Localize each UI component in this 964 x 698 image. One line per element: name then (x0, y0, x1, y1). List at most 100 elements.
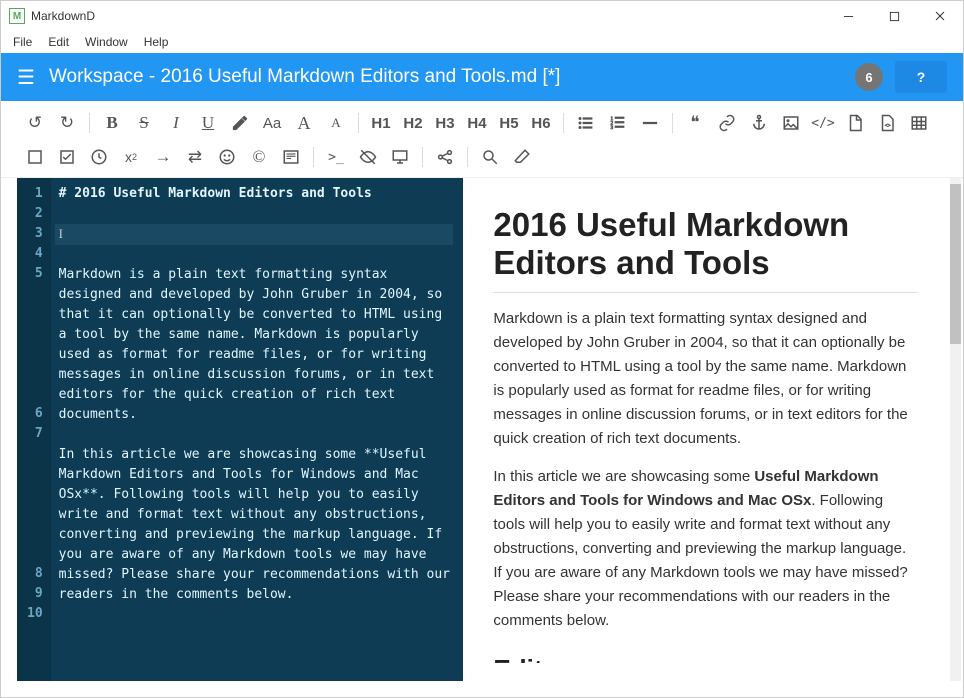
content-area: 12345678910 # 2016 Useful Markdown Edito… (1, 178, 963, 697)
line-number: 4 (27, 244, 43, 264)
separator (672, 113, 673, 133)
app-window: M MarkdownD File Edit Window Help ☰ Work… (0, 0, 964, 698)
strike-button[interactable]: S (128, 109, 160, 137)
preview-paragraph: Markdown is a plain text formatting synt… (493, 307, 917, 451)
separator (358, 113, 359, 133)
line-number: 2 (27, 204, 43, 224)
line-number: 10 (27, 604, 43, 624)
code-line[interactable]: I (55, 224, 454, 245)
code-line[interactable] (55, 425, 454, 445)
app-title: MarkdownD (31, 9, 825, 23)
scrollbar[interactable] (950, 178, 961, 681)
document-title: Workspace - 2016 Useful Markdown Editors… (49, 66, 855, 88)
app-icon: M (9, 8, 25, 24)
monitor-icon[interactable] (384, 143, 416, 171)
code-line[interactable] (55, 625, 454, 645)
line-number: 6 (27, 404, 43, 424)
h3-button[interactable]: H3 (429, 109, 461, 137)
code-line[interactable] (55, 645, 454, 665)
line-number: 1 (27, 184, 43, 204)
hr-icon[interactable] (634, 109, 666, 137)
menu-window[interactable]: Window (77, 33, 136, 51)
code-line[interactable]: # 2016 Useful Markdown Editors and Tools (55, 184, 454, 204)
file-code-icon[interactable]: <> (871, 109, 903, 137)
code-icon[interactable]: </> (807, 109, 839, 137)
swap-icon[interactable]: ⇄ (179, 143, 211, 171)
undo-button[interactable]: ↺ (19, 109, 51, 137)
help-button[interactable]: ? (895, 61, 947, 93)
line-number: 5 (27, 264, 43, 404)
line-number: 9 (27, 584, 43, 604)
preview-heading: 2016 Useful Markdown Editors and Tools (493, 206, 917, 293)
h5-button[interactable]: H5 (493, 109, 525, 137)
minimize-button[interactable] (825, 1, 871, 31)
menu-help[interactable]: Help (136, 33, 177, 51)
redo-button[interactable]: ↻ (51, 109, 83, 137)
separator (89, 113, 90, 133)
code-line[interactable] (55, 204, 454, 224)
scrollbar-thumb[interactable] (950, 184, 961, 344)
menu-edit[interactable]: Edit (40, 33, 77, 51)
code-line[interactable]: Markdown is a plain text formatting synt… (55, 265, 454, 425)
preview-heading-cut: Editors (493, 649, 917, 663)
image-icon[interactable] (775, 109, 807, 137)
menu-file[interactable]: File (5, 33, 40, 51)
underline-button[interactable]: U (192, 109, 224, 137)
anchor-icon[interactable] (743, 109, 775, 137)
link-icon[interactable] (711, 109, 743, 137)
line-number: 3 (27, 224, 43, 244)
separator (563, 113, 564, 133)
code-area[interactable]: # 2016 Useful Markdown Editors and Tools… (51, 178, 464, 681)
line-number: 7 (27, 424, 43, 564)
maximize-button[interactable] (871, 1, 917, 31)
clock-icon[interactable] (83, 143, 115, 171)
emoji-icon[interactable] (211, 143, 243, 171)
code-line[interactable] (55, 245, 454, 265)
code-line[interactable] (55, 605, 454, 625)
search-icon[interactable] (474, 143, 506, 171)
h2-button[interactable]: H2 (397, 109, 429, 137)
eye-off-icon[interactable] (352, 143, 384, 171)
toolbar: ↺ ↻ B S I U Aa A A H1 H2 H3 H4 H5 H6 123… (1, 101, 963, 178)
font-case-button[interactable]: Aa (256, 109, 288, 137)
font-large-button[interactable]: A (288, 109, 320, 137)
arrow-right-icon[interactable]: → (147, 143, 179, 171)
share-icon[interactable] (429, 143, 461, 171)
list-ul-icon[interactable] (570, 109, 602, 137)
editor-pane[interactable]: 12345678910 # 2016 Useful Markdown Edito… (17, 178, 463, 681)
quote-icon[interactable]: ❝ (679, 109, 711, 137)
line-gutter: 12345678910 (17, 178, 51, 681)
separator (313, 147, 314, 167)
pencil-icon[interactable] (224, 109, 256, 137)
bold-button[interactable]: B (96, 109, 128, 137)
separator (467, 147, 468, 167)
header-bar: ☰ Workspace - 2016 Useful Markdown Edito… (1, 53, 963, 101)
svg-text:3: 3 (611, 125, 614, 131)
svg-text:<>: <> (885, 123, 891, 129)
h1-button[interactable]: H1 (365, 109, 397, 137)
italic-button[interactable]: I (160, 109, 192, 137)
h4-button[interactable]: H4 (461, 109, 493, 137)
separator (422, 147, 423, 167)
checkbox-empty-icon[interactable] (19, 143, 51, 171)
close-button[interactable] (917, 1, 963, 31)
newspaper-icon[interactable] (275, 143, 307, 171)
superscript-icon[interactable]: x2 (115, 143, 147, 171)
preview-pane: 2016 Useful Markdown Editors and Tools M… (463, 178, 947, 681)
list-ol-icon[interactable]: 123 (602, 109, 634, 137)
file-icon[interactable] (839, 109, 871, 137)
titlebar: M MarkdownD (1, 1, 963, 31)
menu-icon[interactable]: ☰ (17, 65, 35, 90)
copyright-icon[interactable]: © (243, 143, 275, 171)
line-number: 8 (27, 564, 43, 584)
eraser-icon[interactable] (506, 143, 538, 171)
terminal-icon[interactable]: >_ (320, 143, 352, 171)
checkbox-checked-icon[interactable] (51, 143, 83, 171)
menubar: File Edit Window Help (1, 31, 963, 53)
table-icon[interactable] (903, 109, 935, 137)
font-small-button[interactable]: A (320, 109, 352, 137)
code-line[interactable]: In this article we are showcasing some *… (55, 445, 454, 605)
preview-paragraph: In this article we are showcasing some U… (493, 465, 917, 633)
h6-button[interactable]: H6 (525, 109, 557, 137)
notification-badge[interactable]: 6 (855, 63, 883, 91)
